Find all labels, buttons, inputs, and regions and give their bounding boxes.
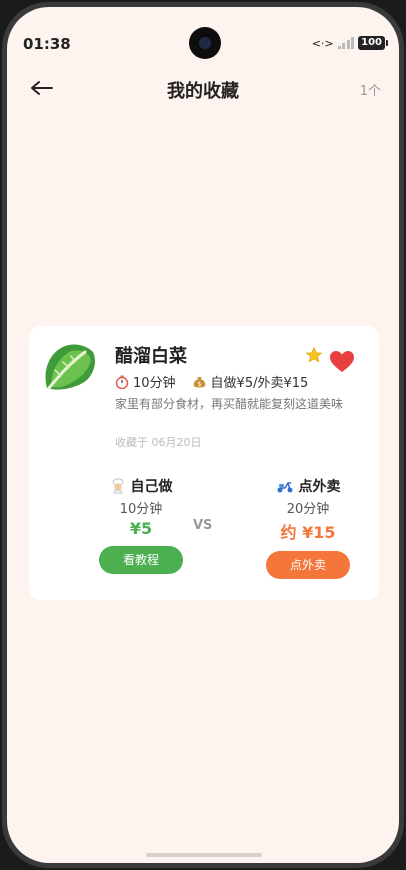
vs-label: VS [193,518,213,533]
star-icon [305,346,323,363]
dish-name: 醋溜白菜 [115,346,187,367]
self-cook-label: 自己做 [130,479,173,495]
order-takeout-button[interactable]: 点外卖 [266,551,350,579]
home-indicator[interactable] [146,853,262,857]
status-time: 01:38 [23,35,71,53]
takeout-price: 约 ¥15 [280,523,336,542]
saved-date: 收藏于 06月20日 [115,436,202,449]
dish-meta: 10分钟 $ 自做¥5/外卖¥15 [115,372,308,391]
self-cook-price: ¥5 [129,519,153,538]
takeout-option: 点外卖 20分钟 约 ¥15 点外卖 [243,476,373,579]
battery-icon: 100 [358,36,388,50]
signal-bars-icon [337,37,355,49]
timer-icon [115,375,129,389]
scooter-icon [277,482,292,493]
dish-description: 家里有部分食材，再买醋就能复刻这道美味 [115,397,344,411]
view-tutorial-button[interactable]: 看教程 [99,546,183,574]
takeout-label: 点外卖 [298,479,341,495]
heart-icon[interactable] [329,350,355,374]
self-cook-option: 自己做 10分钟 ¥5 看教程 [76,476,206,574]
front-camera [189,27,221,59]
network-icon: <·> [311,36,334,50]
cost-text: 自做¥5/外卖¥15 [210,376,309,391]
app-screen: 01:38 <·> 100 我的收藏 1个 醋溜白菜 10分钟 $ 自做¥5/外… [7,7,399,863]
phone-frame: 01:38 <·> 100 我的收藏 1个 醋溜白菜 10分钟 $ 自做¥5/外… [2,2,404,868]
page-title: 我的收藏 [167,81,239,102]
favorites-count: 1个 [359,84,381,99]
cost-info: $ 自做¥5/外卖¥15 [192,372,309,391]
self-cook-time: 10分钟 [119,502,163,517]
chef-icon [112,478,123,494]
favorite-card[interactable]: 醋溜白菜 10分钟 $ 自做¥5/外卖¥15 家里有部分食材，再买醋就能复刻这道… [29,326,379,600]
money-bag-icon: $ [193,377,205,388]
takeout-time: 20分钟 [286,502,330,517]
cook-time-text: 10分钟 [133,376,176,391]
cook-time: 10分钟 [115,372,176,391]
status-icons: <·> 100 [311,36,388,50]
lettuce-icon [45,344,95,390]
svg-text:$: $ [197,381,201,388]
